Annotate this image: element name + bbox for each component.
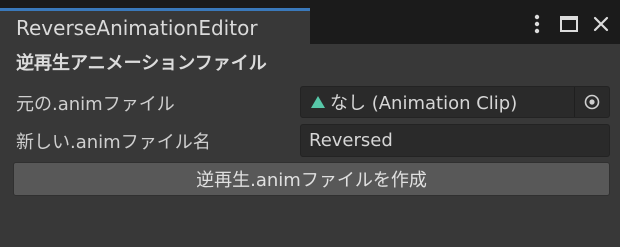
new-anim-name-label: 新しい.animファイル名 (16, 132, 211, 153)
animation-clip-icon (311, 96, 327, 108)
section-heading: 逆再生アニメーションファイル (16, 53, 267, 74)
create-reversed-anim-button[interactable]: 逆再生.animファイルを作成 (13, 162, 610, 196)
new-anim-name-input[interactable] (300, 124, 610, 157)
editor-window: ReverseAnimationEditor 逆再生アニメーションファイル 元の… (0, 0, 620, 247)
close-icon[interactable] (590, 12, 612, 36)
tab-title: ReverseAnimationEditor (16, 15, 258, 40)
source-anim-label: 元の.animファイル (16, 94, 175, 115)
title-bar: ReverseAnimationEditor (0, 0, 620, 44)
maximize-icon[interactable] (558, 12, 580, 36)
source-anim-object-field[interactable]: なし (Animation Clip) (300, 86, 610, 118)
object-picker-icon[interactable] (574, 87, 609, 117)
source-anim-value: なし (Animation Clip) (330, 93, 518, 114)
tab-reverse-animation-editor[interactable]: ReverseAnimationEditor (0, 8, 310, 44)
window-controls (526, 10, 612, 38)
kebab-menu-icon[interactable] (526, 12, 548, 36)
editor-content: 逆再生アニメーションファイル 元の.animファイル なし (Animation… (0, 44, 620, 247)
